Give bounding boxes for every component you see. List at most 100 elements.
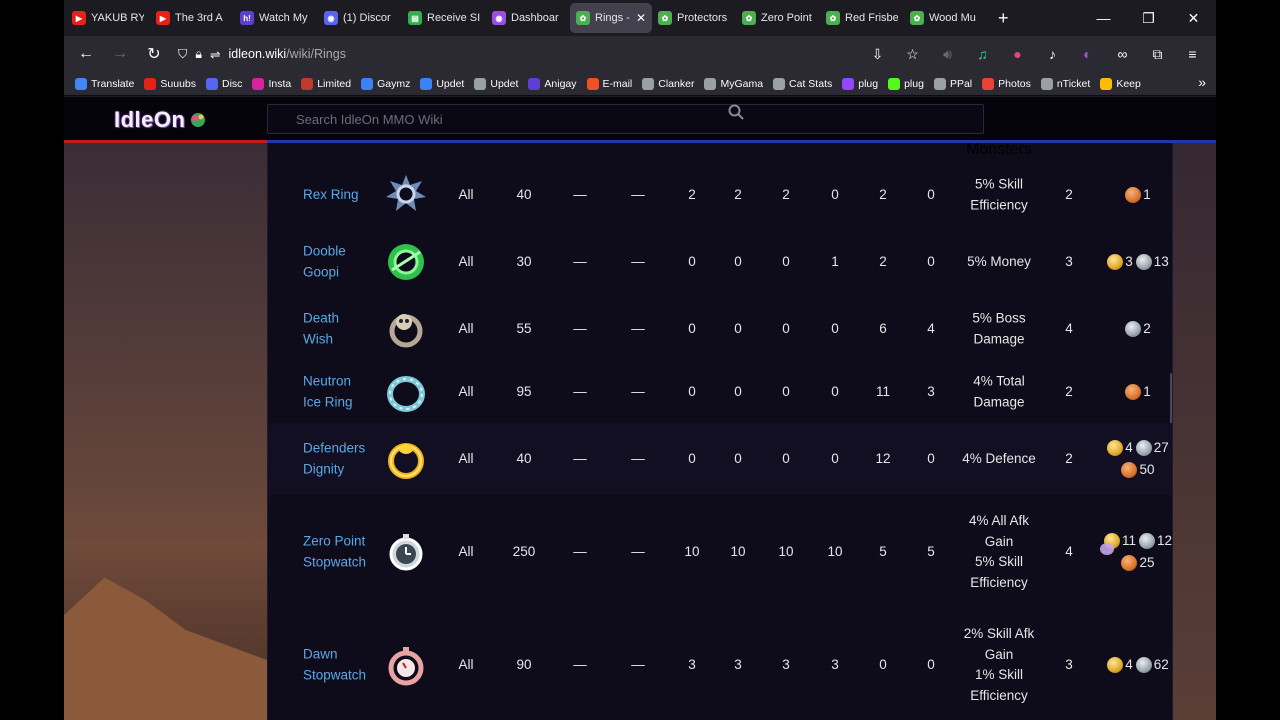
bookmark-item[interactable]: Gaymz (356, 77, 415, 90)
bookmark-item[interactable]: PPal (929, 77, 977, 90)
ring-name-line[interactable]: Death (303, 309, 339, 330)
browser-tab[interactable]: ✿ Rings - ✕ (570, 3, 652, 33)
bookmark-item[interactable]: plug (837, 77, 883, 90)
bookmark-item[interactable]: Suuubs (139, 77, 201, 90)
bookmarks-overflow-icon[interactable]: » (1198, 74, 1206, 90)
minimize-icon[interactable]: — (1081, 0, 1126, 36)
ring-image-icon[interactable] (384, 307, 428, 351)
ring-image-icon[interactable] (384, 643, 428, 687)
ring-name-line[interactable]: Rex Ring (303, 185, 359, 206)
bookmark-item[interactable]: Insta (247, 77, 296, 90)
stat-cell-s5: 12 (875, 450, 891, 466)
bookmark-item[interactable]: E-mail (582, 77, 638, 90)
ring-name-link[interactable]: Death Wish (303, 309, 339, 350)
bookmark-item[interactable]: nTicket (1036, 77, 1095, 90)
ring-name-link[interactable]: Dawn Stopwatch (303, 645, 366, 686)
browser-tab[interactable]: ◉ Dashboar (486, 3, 570, 33)
bookmark-item[interactable]: MyGama (699, 77, 768, 90)
site-logo[interactable]: IdleOn (114, 107, 208, 133)
ring-name-link[interactable]: Zero Point Stopwatch (303, 532, 366, 573)
stat-cell-s2: 10 (730, 543, 746, 559)
extensions-puzzle-icon[interactable]: ⧉ (1142, 40, 1173, 68)
audio-icon[interactable]: 🔊︎ (932, 40, 963, 68)
ring-name-link[interactable]: Defenders Dignity (303, 439, 365, 480)
search-input[interactable]: Search IdleOn MMO Wiki (267, 104, 984, 134)
stat-cell-s3: 3 (782, 656, 790, 672)
ring-name-line[interactable]: Dignity (303, 459, 365, 480)
ring-name-link[interactable]: Rex Ring (303, 185, 359, 206)
browser-tab[interactable]: ▶ YAKUB RY (66, 3, 150, 33)
stat-cell-s4: 0 (831, 450, 839, 466)
browser-tab[interactable]: ✿ Wood Mu (904, 3, 988, 33)
effect-line: 5% Boss (972, 310, 1026, 326)
browser-tab[interactable]: h! Watch My (234, 3, 318, 33)
close-window-icon[interactable]: ✕ (1171, 0, 1216, 36)
effect-cell: 2% Skill Afk Gain 1% Skill Efficiency (964, 624, 1035, 706)
forward-icon[interactable]: → (106, 40, 134, 68)
browser-tab[interactable]: ✿ Red Frisbe (820, 3, 904, 33)
bookmark-item[interactable]: Clanker (637, 77, 699, 90)
shield-icon[interactable]: ⛉ (178, 47, 187, 62)
extension-mic-icon[interactable]: ● (1002, 40, 1033, 68)
browser-tab[interactable]: ▶ The 3rd A (150, 3, 234, 33)
browser-tab[interactable]: ✿ Protectors (652, 3, 736, 33)
stat-cell-s6: 0 (927, 450, 935, 466)
browser-tab[interactable]: ✿ Zero Point (736, 3, 820, 33)
ring-name-line[interactable]: Zero Point (303, 532, 366, 553)
url-bar[interactable]: ⛉ 🔒︎ ⇌ idleon.wiki/wiki/Rings (174, 39, 856, 69)
tab-title: (1) Discor (343, 12, 391, 24)
ring-name-line[interactable]: Neutron (303, 372, 353, 393)
ring-name-line[interactable]: Dooble (303, 242, 346, 263)
ring-name-line[interactable]: Wish (303, 329, 339, 350)
tab-title: YAKUB RY (91, 12, 144, 24)
ring-image-icon[interactable] (384, 437, 428, 481)
extension-note-icon[interactable]: ♪ (1037, 40, 1068, 68)
lock-icon[interactable]: 🔒︎ (195, 47, 202, 62)
browser-tab[interactable]: ▤ Receive SI (402, 3, 486, 33)
tab-title: Wood Mu (929, 12, 976, 24)
coin-amount: 12 (1156, 533, 1173, 548)
bookmark-item[interactable]: Translate (70, 77, 139, 90)
extension-glasses-icon[interactable]: ∞ (1107, 40, 1138, 68)
restore-icon[interactable]: ❐ (1126, 0, 1171, 36)
bookmark-item[interactable]: Limited (296, 77, 356, 90)
ring-name-link[interactable]: Dooble Goopi (303, 242, 346, 283)
ring-image-icon[interactable] (384, 530, 428, 574)
stat-cell-s5: 2 (879, 253, 887, 269)
back-icon[interactable]: ← (72, 40, 100, 68)
bookmark-item[interactable]: Anigay (523, 77, 581, 90)
ring-name-line[interactable]: Defenders (303, 439, 365, 460)
bookmark-item[interactable]: Disc (201, 77, 247, 90)
bookmark-item[interactable]: Cat Stats (768, 77, 837, 90)
tab-title: Red Frisbe (845, 12, 898, 24)
menu-icon[interactable]: ≡ (1177, 40, 1208, 68)
bookmark-label: E-mail (602, 77, 633, 90)
bookmark-star-icon[interactable]: ☆ (897, 40, 928, 68)
bookmark-item[interactable]: Updet (469, 77, 523, 90)
page-settings-icon[interactable]: ⇌ (210, 47, 220, 62)
coin-amount: 4 (1125, 657, 1133, 672)
ring-image-icon[interactable] (384, 370, 428, 414)
search-icon[interactable] (728, 104, 744, 120)
bookmark-item[interactable]: Photos (977, 77, 1036, 90)
bookmark-item[interactable]: Updet (415, 77, 469, 90)
ring-image-icon[interactable] (384, 173, 428, 217)
ring-name-line[interactable]: Dawn (303, 645, 366, 666)
save-page-icon[interactable]: ⇩ (862, 40, 893, 68)
stat-cell-s5: 6 (879, 320, 887, 336)
extension-music-icon[interactable]: ♫ (967, 40, 998, 68)
ring-name-line[interactable]: Stopwatch (303, 552, 366, 573)
bookmark-item[interactable]: plug (883, 77, 929, 90)
bookmark-item[interactable]: Keep (1095, 77, 1146, 90)
effect-line: 4% Total (973, 373, 1025, 389)
ring-name-line[interactable]: Ice Ring (303, 392, 353, 413)
browser-tab[interactable]: ◉ (1) Discor (318, 3, 402, 33)
ring-name-line[interactable]: Stopwatch (303, 665, 366, 686)
reload-icon[interactable]: ↻ (140, 40, 168, 68)
new-tab-icon[interactable]: + (998, 8, 1009, 29)
close-tab-icon[interactable]: ✕ (636, 11, 646, 25)
ring-name-link[interactable]: Neutron Ice Ring (303, 372, 353, 413)
ring-image-icon[interactable] (384, 240, 428, 284)
ring-name-line[interactable]: Goopi (303, 262, 346, 283)
extension-color-icon[interactable]: ◐ (1072, 40, 1103, 68)
